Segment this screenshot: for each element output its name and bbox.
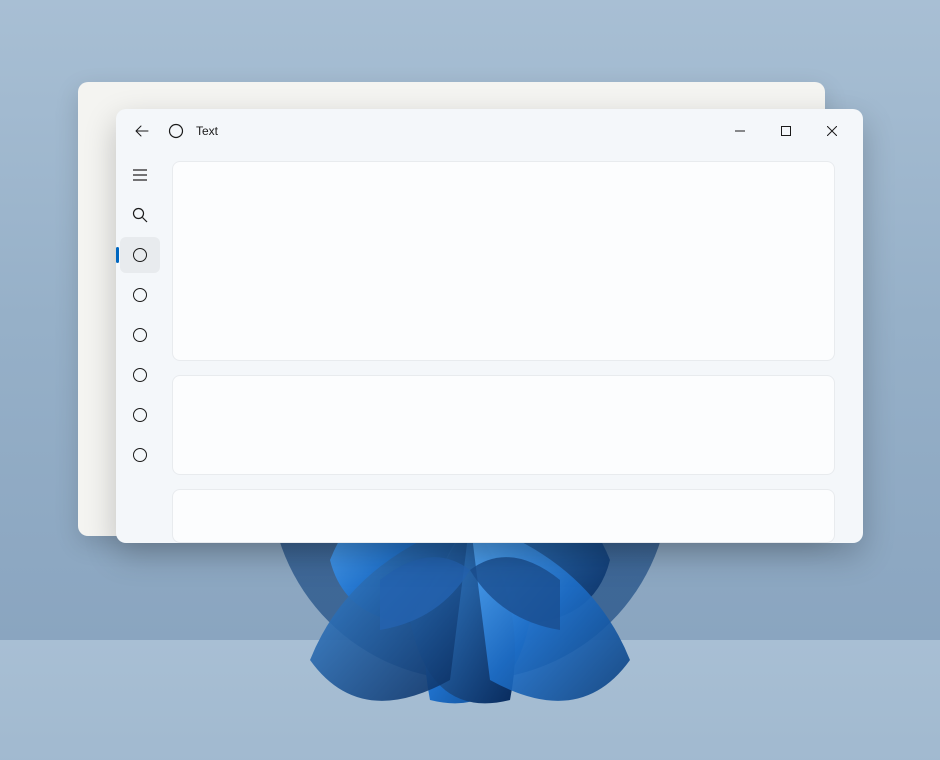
nav-item-3[interactable] [120, 317, 160, 353]
window-title: Text [196, 124, 717, 138]
circle-icon [133, 288, 147, 302]
nav-item-6[interactable] [120, 437, 160, 473]
circle-icon [133, 448, 147, 462]
content-card-3 [172, 489, 835, 543]
navigation-rail [116, 153, 164, 543]
nav-item-5[interactable] [120, 397, 160, 433]
main-panel [164, 153, 863, 543]
minimize-button[interactable] [717, 115, 763, 147]
nav-item-4[interactable] [120, 357, 160, 393]
app-icon [168, 123, 184, 139]
nav-item-1[interactable] [120, 237, 160, 273]
maximize-button[interactable] [763, 115, 809, 147]
search-icon [132, 207, 148, 223]
app-window: Text [116, 109, 863, 543]
back-button[interactable] [124, 113, 160, 149]
hamburger-icon [132, 167, 148, 183]
nav-hamburger[interactable] [120, 157, 160, 193]
window-controls [717, 115, 855, 147]
nav-item-2[interactable] [120, 277, 160, 313]
nav-search[interactable] [120, 197, 160, 233]
circle-icon [133, 408, 147, 422]
circle-icon [133, 248, 147, 262]
close-button[interactable] [809, 115, 855, 147]
content-card-1 [172, 161, 835, 361]
maximize-icon [781, 126, 791, 136]
titlebar: Text [116, 109, 863, 153]
content-area [116, 153, 863, 543]
content-card-2 [172, 375, 835, 475]
circle-icon [133, 328, 147, 342]
minimize-icon [735, 126, 745, 136]
arrow-left-icon [135, 124, 149, 138]
close-icon [827, 126, 837, 136]
circle-icon [133, 368, 147, 382]
